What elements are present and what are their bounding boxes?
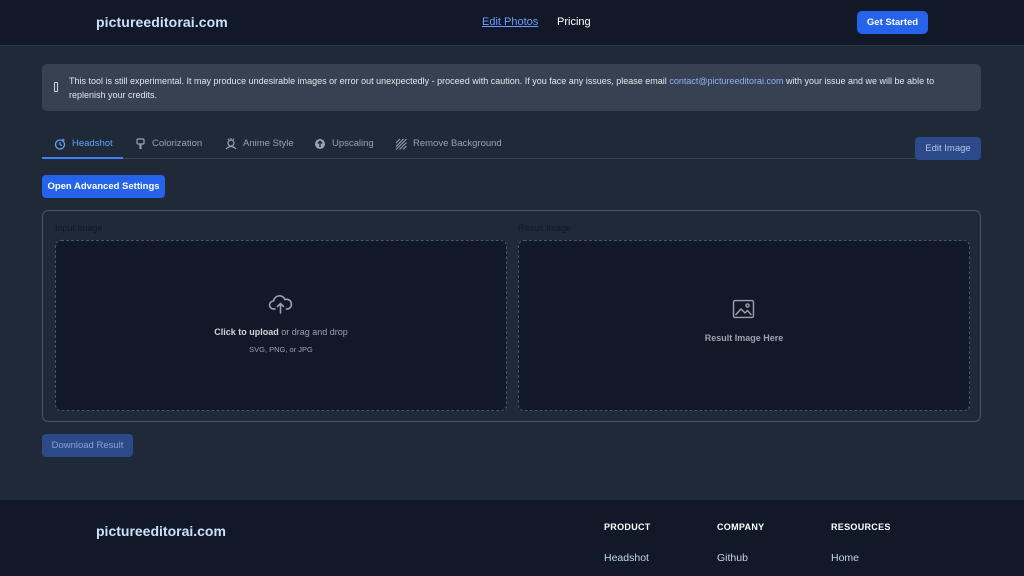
result-image-label: Result Image: [518, 223, 572, 233]
image-panel: Input Image Result Image Click to upload…: [42, 210, 981, 422]
upload-dropzone[interactable]: Click to upload or drag and drop SVG, PN…: [55, 240, 507, 411]
tab-label: Headshot: [72, 138, 113, 149]
click-to-upload[interactable]: Click to upload: [214, 327, 279, 337]
footer-link-github[interactable]: Github: [717, 552, 748, 564]
experimental-notice: This tool is still experimental. It may …: [42, 64, 981, 111]
headshot-icon: [54, 138, 66, 150]
result-placeholder-text: Result Image Here: [704, 333, 784, 343]
accepted-formats: SVG, PNG, or JPG: [249, 345, 313, 354]
notice-text-before: This tool is still experimental. It may …: [69, 76, 670, 86]
open-advanced-settings-button[interactable]: Open Advanced Settings: [42, 175, 165, 198]
contact-email-link[interactable]: contact@pictureeditorai.com: [669, 76, 783, 86]
top-navbar: pictureeditorai.com Edit Photos Pricing …: [0, 0, 1024, 46]
tab-remove-background[interactable]: Remove Background: [395, 128, 502, 159]
remove-background-icon: [395, 138, 407, 150]
nav-edit-photos[interactable]: Edit Photos: [482, 16, 538, 28]
drag-drop-text: or drag and drop: [278, 327, 348, 337]
tab-label: Remove Background: [413, 138, 502, 149]
image-icon: [732, 299, 755, 319]
tab-label: Anime Style: [243, 138, 294, 149]
active-tab-indicator: [42, 157, 123, 159]
tab-headshot[interactable]: Headshot: [54, 128, 113, 159]
upscale-icon: [315, 138, 325, 149]
footer-link-home[interactable]: Home: [831, 552, 859, 564]
tab-colorization[interactable]: Colorization: [135, 128, 202, 159]
footer-heading-resources: RESOURCES: [831, 522, 891, 532]
tab-label: Upscaling: [332, 138, 374, 149]
cloud-upload-icon: [268, 295, 293, 314]
download-result-button[interactable]: Download Result: [42, 434, 133, 457]
site-logo[interactable]: pictureeditorai.com: [96, 14, 228, 30]
footer-heading-product: PRODUCT: [604, 522, 651, 532]
tab-label: Colorization: [152, 138, 203, 149]
nav-pricing[interactable]: Pricing: [557, 16, 591, 28]
brush-icon: [136, 137, 145, 149]
tool-tabs: Headshot Colorization Anime Style Upscal…: [42, 128, 916, 159]
result-preview: Result Image Here: [518, 240, 970, 411]
edit-image-button[interactable]: Edit Image: [915, 137, 981, 160]
get-started-button[interactable]: Get Started: [857, 11, 928, 34]
tab-upscaling[interactable]: Upscaling: [314, 128, 374, 159]
footer: pictureeditorai.com PRODUCT COMPANY RESO…: [0, 500, 1024, 576]
notice-text: This tool is still experimental. It may …: [69, 75, 969, 102]
info-icon: [54, 82, 58, 92]
upload-instructions: Click to upload or drag and drop: [56, 327, 506, 337]
input-image-label: Input Image: [55, 223, 103, 233]
tab-anime-style[interactable]: Anime Style: [225, 128, 294, 159]
anime-icon: [225, 137, 237, 149]
footer-link-headshot[interactable]: Headshot: [604, 552, 649, 564]
footer-heading-company: COMPANY: [717, 522, 765, 532]
footer-logo[interactable]: pictureeditorai.com: [96, 523, 226, 539]
